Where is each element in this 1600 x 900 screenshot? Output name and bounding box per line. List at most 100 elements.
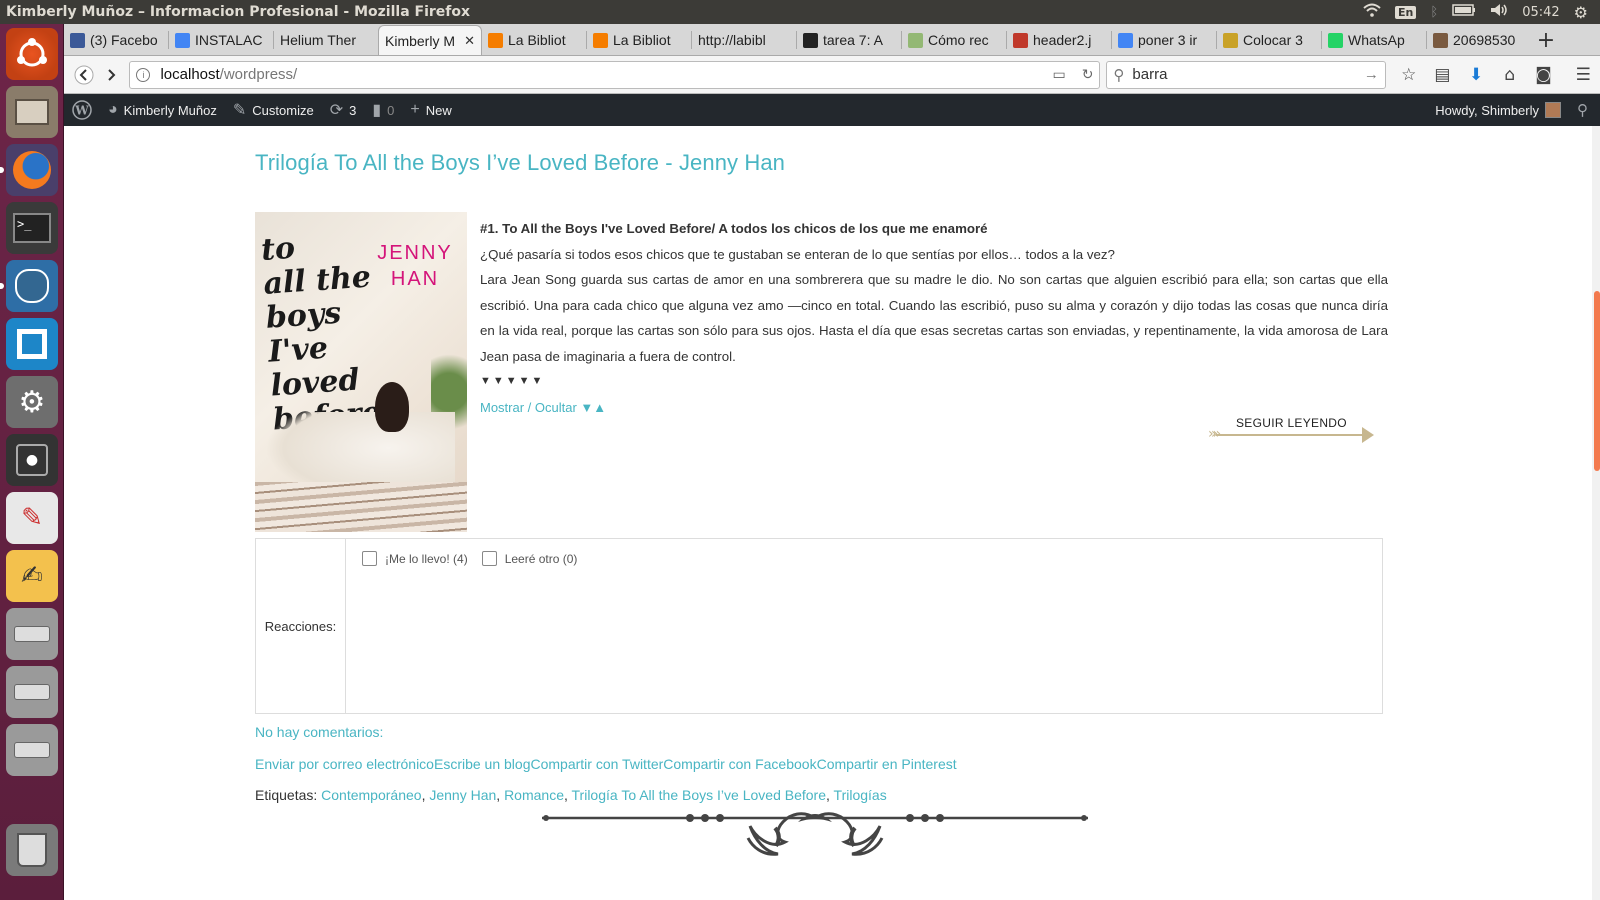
browser-tab[interactable]: tarea 7: A xyxy=(797,25,901,55)
search-go-icon[interactable]: → xyxy=(1364,66,1379,83)
battery-icon[interactable] xyxy=(1452,4,1476,20)
browser-tab[interactable]: WhatsAp xyxy=(1322,25,1426,55)
new-tab-icon[interactable]: + xyxy=(1531,25,1561,55)
system-settings-icon[interactable]: ⚙ xyxy=(6,376,58,428)
panda-icon xyxy=(803,32,818,48)
pocket-icon[interactable]: ◙ xyxy=(1527,61,1561,89)
browser-tab[interactable]: Colocar 3 xyxy=(1217,25,1321,55)
google-icon xyxy=(1118,32,1133,48)
tag-link[interactable]: Trilogías xyxy=(834,787,887,803)
url-bar[interactable]: i localhost/wordpress/ ▭ ↻ xyxy=(129,60,1101,89)
bookmarks-menu-icon[interactable]: ▤ xyxy=(1426,61,1460,89)
keyboard-layout-indicator[interactable]: En xyxy=(1395,5,1417,19)
trash-icon[interactable] xyxy=(6,824,58,876)
post-title[interactable]: Trilogía To All the Boys I’ve Loved Befo… xyxy=(255,150,785,176)
power-gear-icon[interactable]: ⚙ xyxy=(1574,3,1588,22)
safe-icon[interactable]: ● xyxy=(6,434,58,486)
post-tags: Etiquetas: Contemporáneo, Jenny Han, Rom… xyxy=(255,787,887,803)
arrow-shaft xyxy=(1216,434,1368,436)
dashboard-gauge-icon: ◕ xyxy=(108,101,118,118)
down-arrows: ▼▼▼▼▼ xyxy=(480,375,545,387)
customize-label: Customize xyxy=(252,102,314,118)
drive-icon[interactable] xyxy=(6,666,58,718)
url-path: /wordpress/ xyxy=(219,66,298,83)
reaction-option[interactable]: Leeré otro (0) xyxy=(481,551,577,566)
browser-tab[interactable]: Helium Ther xyxy=(274,25,378,55)
tag-link[interactable]: Romance xyxy=(504,787,564,803)
running-indicator xyxy=(0,283,4,289)
wp-logo-menu[interactable]: W xyxy=(64,94,100,126)
page-content: Trilogía To All the Boys I’ve Loved Befo… xyxy=(64,126,1600,900)
browser-tab[interactable]: La Bibliot xyxy=(482,25,586,55)
tab-label: poner 3 ir xyxy=(1138,32,1198,48)
files-icon[interactable] xyxy=(6,86,58,138)
firefox-icon[interactable] xyxy=(6,144,58,196)
brush-icon: ✎ xyxy=(232,102,247,119)
bookmark-star-icon[interactable]: ☆ xyxy=(1392,61,1426,89)
pgadmin-elephant-icon[interactable] xyxy=(6,260,58,312)
admin-search-icon[interactable]: ⚲ xyxy=(1569,94,1600,126)
back-button[interactable] xyxy=(70,61,98,89)
search-input[interactable]: barra xyxy=(1132,66,1167,83)
browser-tab[interactable]: http://labibl xyxy=(692,25,796,55)
browser-tab[interactable]: La Bibliot xyxy=(587,25,691,55)
clock[interactable]: 05:42 xyxy=(1522,5,1559,20)
read-more-button[interactable]: »» SEGUIR LEYENDO xyxy=(1208,412,1376,446)
tab-label: WhatsAp xyxy=(1348,32,1405,48)
app-square-icon[interactable] xyxy=(6,318,58,370)
downloads-icon[interactable]: ⬇ xyxy=(1459,61,1493,89)
page-scrollbar[interactable] xyxy=(1592,126,1600,900)
comments-link[interactable]: No hay comentarios: xyxy=(255,724,383,740)
tab-label: Cómo rec xyxy=(928,32,989,48)
close-tab-icon[interactable]: ✕ xyxy=(464,33,475,49)
drive-icon[interactable] xyxy=(6,608,58,660)
drive-icon[interactable] xyxy=(6,724,58,776)
reaction-checkbox[interactable] xyxy=(481,551,497,566)
my-account-menu[interactable]: Howdy, Shimberly xyxy=(1427,94,1569,126)
customize-link[interactable]: ✎ Customize xyxy=(225,94,322,126)
browser-tab[interactable]: Cómo rec xyxy=(902,25,1006,55)
terminal-icon[interactable]: >_ xyxy=(6,202,58,254)
updates-link[interactable]: ⟳ 3 xyxy=(322,94,365,126)
reload-icon[interactable]: ↻ xyxy=(1082,66,1094,83)
text-editor-icon[interactable]: ✍ xyxy=(6,550,58,602)
share-facebook-link[interactable]: Compartir con Facebook xyxy=(663,756,816,772)
howdy-text: Howdy, Shimberly xyxy=(1435,102,1539,118)
tag-link[interactable]: Trilogía To All the Boys I’ve Loved Befo… xyxy=(572,787,826,803)
bluetooth-icon[interactable]: ᛒ xyxy=(1430,5,1438,20)
browser-tab[interactable]: poner 3 ir xyxy=(1112,25,1216,55)
reader-view-icon[interactable]: ▭ xyxy=(1052,66,1065,83)
tag-link[interactable]: Contemporáneo xyxy=(321,787,421,803)
home-icon[interactable]: ⌂ xyxy=(1493,61,1527,89)
share-pinterest-link[interactable]: Compartir en Pinterest xyxy=(817,756,957,772)
post-subheading: #1. To All the Boys I've Loved Before/ A… xyxy=(480,221,988,236)
browser-tab[interactable]: (3) Facebo xyxy=(64,25,168,55)
share-blog-link[interactable]: Escribe un blog xyxy=(434,756,531,772)
navigation-toolbar: i localhost/wordpress/ ▭ ↻ ⚲ barra → ☆ ▤… xyxy=(64,56,1600,94)
browser-tab[interactable]: header2.j xyxy=(1007,25,1111,55)
browser-tab[interactable]: 20698530 xyxy=(1427,25,1531,55)
document-viewer-icon[interactable]: ✎ xyxy=(6,492,58,544)
reaction-checkbox[interactable] xyxy=(362,551,377,566)
tag-link[interactable]: Jenny Han xyxy=(429,787,496,803)
comments-link[interactable]: ▮ 0 xyxy=(364,94,402,126)
tab-label: (3) Facebo xyxy=(90,32,158,48)
volume-icon[interactable] xyxy=(1490,3,1508,21)
wifi-icon[interactable] xyxy=(1363,3,1381,21)
page-scrollbar-thumb[interactable] xyxy=(1594,291,1600,471)
arrow-head-icon xyxy=(1362,427,1374,443)
reaction-option[interactable]: ¡Me lo llevo! (4) xyxy=(362,551,468,566)
tab-label: Colocar 3 xyxy=(1243,32,1303,48)
share-twitter-link[interactable]: Compartir con Twitter xyxy=(531,756,664,772)
new-content-menu[interactable]: + New xyxy=(402,94,459,126)
blogger-icon xyxy=(593,32,608,48)
hamburger-menu-icon[interactable]: ☰ xyxy=(1566,61,1600,89)
site-name-menu[interactable]: ◕ Kimberly Muñoz xyxy=(100,94,225,126)
search-bar[interactable]: ⚲ barra → xyxy=(1106,60,1386,89)
forward-button[interactable] xyxy=(98,61,126,89)
share-email-link[interactable]: Enviar por correo electrónico xyxy=(255,756,434,772)
site-info-icon[interactable]: i xyxy=(136,67,151,82)
browser-tab[interactable]: Kimberly M ✕ xyxy=(378,25,482,55)
browser-tab[interactable]: INSTALAC xyxy=(169,25,273,55)
ubuntu-dash-icon[interactable] xyxy=(6,28,58,80)
